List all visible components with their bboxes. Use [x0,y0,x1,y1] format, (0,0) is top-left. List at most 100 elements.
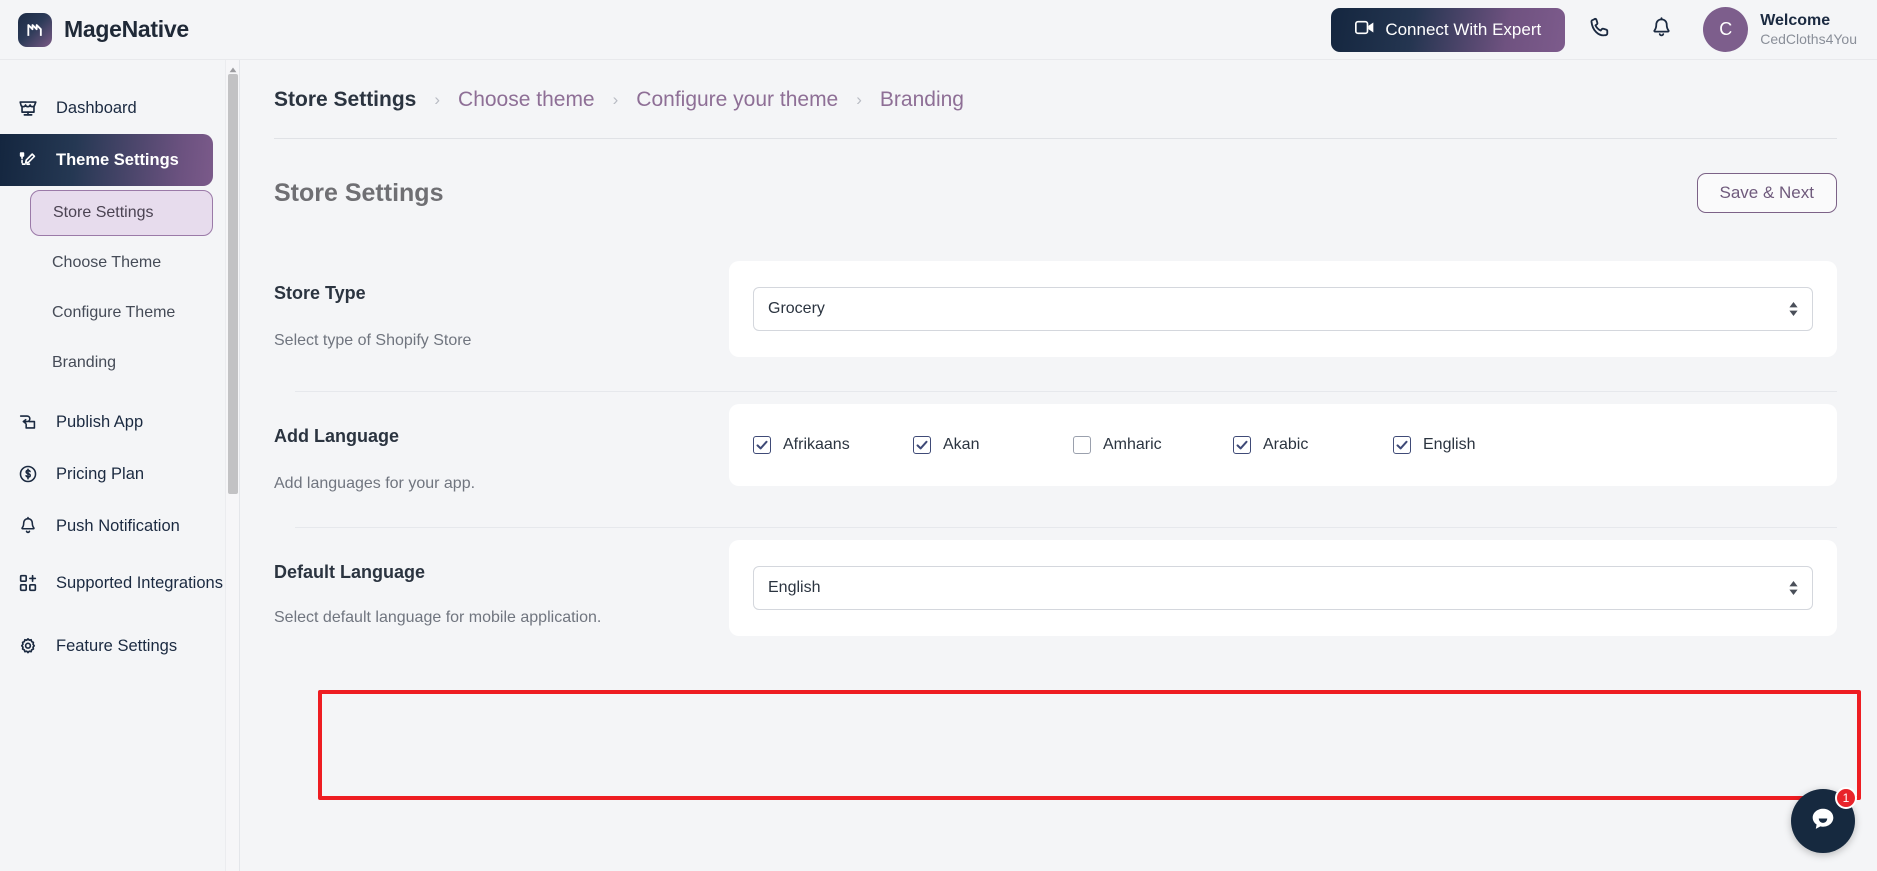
language-checkbox-amharic[interactable]: Amharic [1073,436,1233,454]
brand: MageNative [0,12,189,47]
sidebar-scroll-thumb[interactable] [228,74,238,494]
store-type-label-block: Store Type Select type of Shopify Store [274,249,729,350]
form-row-add-language: Add Language Add languages for your app.… [240,392,1877,493]
breadcrumb-item-branding[interactable]: Branding [880,88,964,112]
breadcrumb-item-store-settings[interactable]: Store Settings [274,88,416,112]
default-language-select[interactable]: English [753,566,1813,610]
brand-name: MageNative [64,16,189,42]
phone-icon [1588,15,1614,44]
sidebar-subitem-branding[interactable]: Branding [30,340,213,386]
grid-plus-icon [16,571,40,595]
sidebar-item-publish-app[interactable]: Publish App [0,396,239,448]
store-icon [16,96,40,120]
sidebar-subitem-label: Configure Theme [52,304,176,321]
breadcrumb-item-choose-theme[interactable]: Choose theme [458,88,595,112]
sidebar: Dashboard Theme Settings Store Settings … [0,60,240,871]
breadcrumb-separator-icon: › [434,90,441,109]
language-checkbox-label: Afrikaans [783,436,850,453]
breadcrumb-separator-icon: › [612,90,619,109]
sidebar-subitem-label: Store Settings [53,204,154,221]
store-type-select-value: Grocery [768,300,825,317]
sidebar-item-feature-settings[interactable]: Feature Settings [0,620,239,672]
sidebar-item-label: Pricing Plan [56,464,145,483]
add-language-field-card: Afrikaans Akan Amharic Arabic English [729,404,1837,486]
header-actions: Connect With Expert C Welcome CedCloths4… [1331,6,1877,54]
sidebar-subitem-label: Branding [52,354,117,371]
welcome-block: Welcome CedCloths4You [1760,11,1857,49]
sidebar-scrollbar[interactable] [225,60,239,871]
save-and-next-button[interactable]: Save & Next [1696,173,1837,213]
sidebar-item-label: Publish App [56,412,144,431]
gear-icon [16,634,40,658]
magenative-logo-icon [18,12,52,47]
default-language-field-card: English [729,540,1837,636]
publish-icon [16,410,40,434]
connect-with-expert-button[interactable]: Connect With Expert [1331,7,1566,52]
phone-icon-button[interactable] [1577,6,1625,54]
breadcrumb-separator-icon: › [856,90,862,109]
welcome-username: CedCloths4You [1760,30,1857,47]
page-title: Store Settings [274,178,444,207]
language-checkbox-akan[interactable]: Akan [913,436,1073,454]
theme-edit-icon [16,148,40,172]
language-checkbox-english[interactable]: English [1393,436,1553,454]
chat-bubble-icon [1808,804,1838,839]
default-language-label-block: Default Language Select default language… [274,528,729,627]
breadcrumb-item-configure-your-theme[interactable]: Configure your theme [636,88,838,112]
store-type-label: Store Type [274,283,366,303]
form-row-store-type: Store Type Select type of Shopify Store … [240,249,1877,357]
checkbox-checked-icon[interactable] [1233,436,1251,454]
checkbox-checked-icon[interactable] [1393,436,1411,454]
sidebar-subitem-label: Choose Theme [52,254,162,271]
connect-with-expert-label: Connect With Expert [1385,19,1542,39]
welcome-title: Welcome [1760,11,1831,29]
default-language-select-value: English [768,579,821,596]
chat-widget-button[interactable]: 1 [1791,787,1857,853]
stepper-arrows-icon [1789,581,1798,595]
default-language-label: Default Language [274,562,426,582]
store-type-field-card: Grocery [729,261,1837,357]
chat-unread-badge: 1 [1835,787,1857,809]
sidebar-item-label: Feature Settings [56,636,178,655]
sidebar-item-label: Supported Integrations [56,573,223,592]
sidebar-item-pricing-plan[interactable]: Pricing Plan [0,448,239,500]
dollar-circle-icon [16,462,40,486]
add-language-description: Add languages for your app. [274,475,476,492]
language-checkbox-label: Akan [943,436,980,453]
add-language-label-block: Add Language Add languages for your app. [274,392,729,493]
language-checkbox-label: English [1423,436,1476,453]
store-type-select[interactable]: Grocery [753,287,1813,331]
default-language-description: Select default language for mobile appli… [274,609,602,626]
language-checkbox-group: Afrikaans Akan Amharic Arabic English [753,436,1813,454]
checkbox-unchecked-icon[interactable] [1073,436,1091,454]
notification-bell-button[interactable] [1637,6,1685,54]
language-checkbox-label: Arabic [1263,436,1309,453]
add-language-label: Add Language [274,426,399,446]
language-checkbox-label: Amharic [1103,436,1162,453]
breadcrumb: Store Settings › Choose theme › Configur… [240,60,1877,112]
sidebar-item-push-notification[interactable]: Push Notification [0,500,239,552]
language-checkbox-arabic[interactable]: Arabic [1233,436,1393,454]
sidebar-item-dashboard[interactable]: Dashboard [0,82,239,134]
store-type-description: Select type of Shopify Store [274,332,472,349]
sidebar-subitem-choose-theme[interactable]: Choose Theme [30,240,213,286]
sidebar-item-label: Dashboard [56,98,137,117]
stepper-arrows-icon [1789,302,1798,316]
language-checkbox-afrikaans[interactable]: Afrikaans [753,436,913,454]
bell-icon [16,514,40,538]
page-header: Store Settings Save & Next [240,139,1877,213]
sidebar-item-theme-settings[interactable]: Theme Settings [0,134,213,186]
sidebar-subitem-store-settings[interactable]: Store Settings [30,190,213,236]
sidebar-item-label: Theme Settings [56,150,179,169]
sidebar-item-label: Push Notification [56,516,180,535]
checkbox-checked-icon[interactable] [913,436,931,454]
main-content: Store Settings › Choose theme › Configur… [240,60,1877,871]
app-header: MageNative Connect With Expert C Welcome… [0,0,1877,60]
sidebar-subitem-configure-theme[interactable]: Configure Theme [30,290,213,336]
sidebar-item-supported-integrations[interactable]: Supported Integrations [0,552,239,614]
avatar-initial: C [1719,19,1733,39]
scroll-up-arrow-icon[interactable] [228,62,238,73]
checkbox-checked-icon[interactable] [753,436,771,454]
form-row-default-language: Default Language Select default language… [240,528,1877,636]
avatar[interactable]: C [1703,7,1749,52]
